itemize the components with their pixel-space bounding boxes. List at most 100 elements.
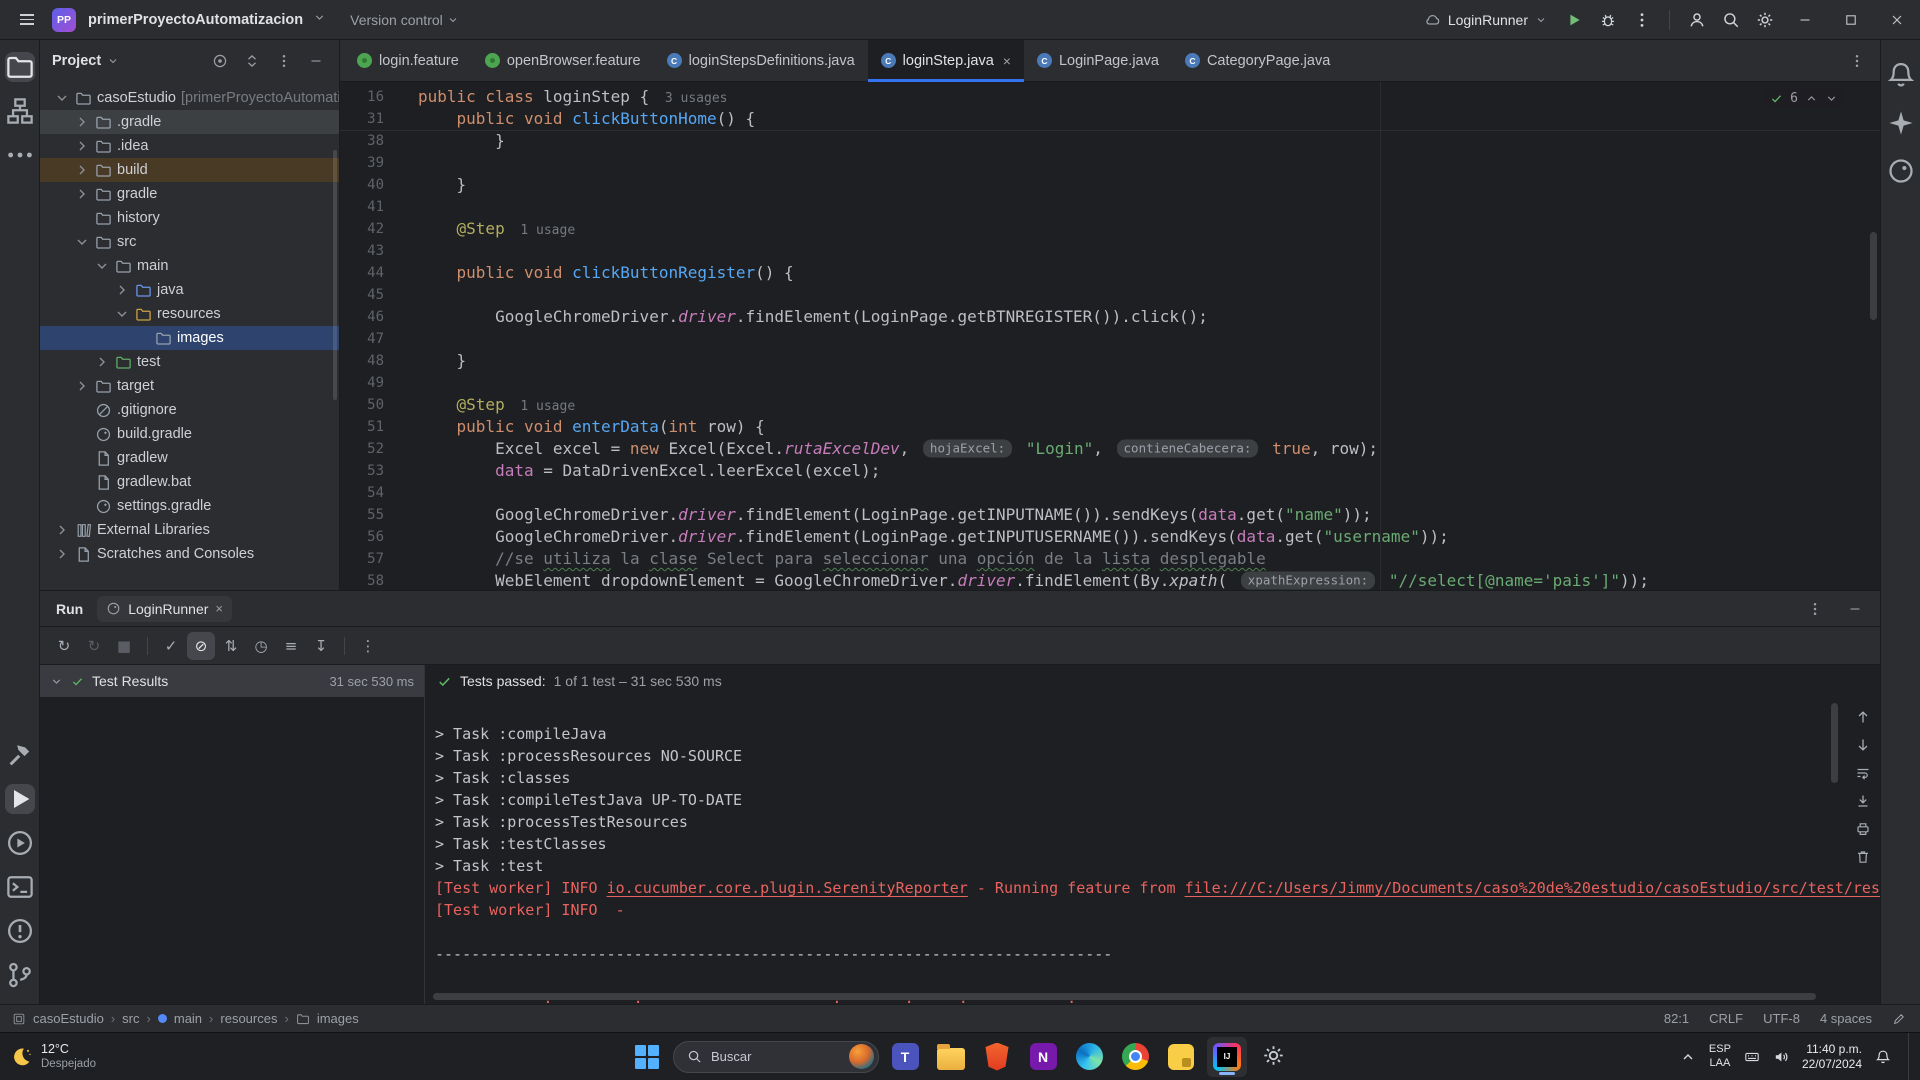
tree-item-main[interactable]: main bbox=[40, 254, 339, 278]
tab-categorypage-java[interactable]: CCategoryPage.java bbox=[1172, 40, 1343, 81]
encoding-indicator[interactable]: UTF-8 bbox=[1763, 1011, 1800, 1026]
console-file-link[interactable]: file:///C:/Users/Jimmy/Documents/caso%20… bbox=[1185, 879, 1880, 897]
tree-item-target[interactable]: target bbox=[40, 374, 339, 398]
clear-all-icon[interactable] bbox=[1855, 849, 1871, 865]
caret-position[interactable]: 82:1 bbox=[1664, 1011, 1689, 1026]
run-configuration-selector[interactable]: LoginRunner bbox=[1414, 11, 1557, 28]
run-console[interactable]: > Task :compileJava> Task :processResour… bbox=[425, 697, 1880, 1004]
minimize-button[interactable] bbox=[1782, 0, 1828, 40]
breadcrumb-item-src[interactable]: src bbox=[122, 1011, 139, 1026]
sort-alphabetically-button[interactable]: ⇅ bbox=[217, 632, 245, 660]
run-panel-hide-button[interactable] bbox=[1842, 596, 1868, 622]
indent-indicator[interactable]: 4 spaces bbox=[1820, 1011, 1872, 1026]
chevron-right-icon[interactable] bbox=[74, 114, 90, 130]
run-button[interactable] bbox=[1557, 5, 1591, 35]
rerun-tests-button[interactable]: ↻ bbox=[50, 632, 78, 660]
tree-item-src[interactable]: src bbox=[40, 230, 339, 254]
breadcrumb-item-images[interactable]: images bbox=[317, 1011, 359, 1026]
print-icon[interactable] bbox=[1855, 821, 1871, 837]
tree-item-images[interactable]: images bbox=[40, 326, 339, 350]
tab-loginstep-java[interactable]: CloginStep.java× bbox=[868, 40, 1024, 81]
taskbar-app-edge[interactable] bbox=[1069, 1037, 1109, 1077]
bing-daily-image[interactable] bbox=[849, 1044, 874, 1069]
tree-item-resources[interactable]: resources bbox=[40, 302, 339, 326]
stripe-gradle-button[interactable] bbox=[1886, 156, 1916, 186]
taskbar-app-teams[interactable]: T bbox=[885, 1037, 925, 1077]
tree-item-scratches-and-consoles[interactable]: Scratches and Consoles bbox=[40, 542, 339, 566]
chevron-right-icon[interactable] bbox=[74, 138, 90, 154]
chevron-right-icon[interactable] bbox=[94, 354, 110, 370]
chevron-down-icon[interactable] bbox=[107, 55, 119, 67]
project-tree-scrollbar[interactable] bbox=[333, 150, 337, 400]
version-control-menu[interactable]: Version control bbox=[350, 12, 459, 28]
tree-item-gradlew[interactable]: gradlew bbox=[40, 446, 339, 470]
project-name[interactable]: primerProyectoAutomatizacion bbox=[88, 12, 303, 28]
chevron-right-icon[interactable] bbox=[74, 378, 90, 394]
tree-item-gitignore[interactable]: .gitignore bbox=[40, 398, 339, 422]
run-panel-more-options[interactable] bbox=[1802, 596, 1828, 622]
stripe-ai-assistant-button[interactable] bbox=[1886, 108, 1916, 138]
chevron-right-icon[interactable] bbox=[54, 546, 70, 562]
stripe-problems-button[interactable] bbox=[5, 916, 35, 946]
select-opened-file-button[interactable] bbox=[207, 48, 233, 74]
notifications-bell-icon[interactable] bbox=[1875, 1049, 1891, 1065]
test-results-row[interactable]: Test Results 31 sec 530 ms bbox=[40, 665, 424, 697]
taskbar-search-input[interactable]: Buscar bbox=[673, 1041, 879, 1073]
tree-item-gradle[interactable]: .gradle bbox=[40, 110, 339, 134]
more-options-button[interactable]: ⋮ bbox=[354, 632, 382, 660]
maximize-button[interactable] bbox=[1828, 0, 1874, 40]
tree-item-idea[interactable]: .idea bbox=[40, 134, 339, 158]
close-run-tab-icon[interactable]: × bbox=[215, 601, 223, 616]
taskbar-app-onenote[interactable]: N bbox=[1023, 1037, 1063, 1077]
stripe-build-button[interactable] bbox=[5, 740, 35, 770]
main-menu-icon[interactable] bbox=[12, 5, 42, 35]
code-editor[interactable]: 16public class loginStep { 3 usages31 pu… bbox=[340, 82, 1880, 590]
expand-collapse-button[interactable] bbox=[239, 48, 265, 74]
taskbar-app-start[interactable] bbox=[627, 1037, 667, 1077]
show-desktop-button[interactable] bbox=[1908, 1033, 1912, 1080]
settings-button[interactable] bbox=[1748, 5, 1782, 35]
tree-item-casoestudio[interactable]: casoEstudio [primerProyectoAutomatiza bbox=[40, 86, 339, 110]
tab-loginstepsdefinitions-java[interactable]: CloginStepsDefinitions.java bbox=[654, 40, 868, 81]
run-tab-loginrunner[interactable]: LoginRunner × bbox=[97, 596, 232, 622]
taskbar-app-chrome[interactable] bbox=[1115, 1037, 1155, 1077]
stripe-run-button[interactable] bbox=[5, 784, 35, 814]
stripe-project-button[interactable] bbox=[5, 52, 35, 82]
stripe-structure-button[interactable] bbox=[5, 96, 35, 126]
taskbar-app-notes[interactable] bbox=[1161, 1037, 1201, 1077]
show-ignored-button[interactable]: ⊘ bbox=[187, 632, 215, 660]
show-passed-button[interactable]: ✓ bbox=[157, 632, 185, 660]
tree-item-history[interactable]: history bbox=[40, 206, 339, 230]
taskbar-app-brave[interactable] bbox=[977, 1037, 1017, 1077]
project-chevron-icon[interactable] bbox=[313, 11, 326, 29]
breadcrumb-item-main[interactable]: main bbox=[174, 1011, 202, 1026]
volume-icon[interactable] bbox=[1773, 1049, 1789, 1065]
next-problem-icon[interactable] bbox=[1825, 92, 1838, 105]
chevron-right-icon[interactable] bbox=[114, 282, 130, 298]
tree-item-gradlew-bat[interactable]: gradlew.bat bbox=[40, 470, 339, 494]
tab-openbrowser-feature[interactable]: openBrowser.feature bbox=[472, 40, 654, 81]
search-everywhere-button[interactable] bbox=[1714, 5, 1748, 35]
scroll-to-end-icon[interactable] bbox=[1855, 793, 1871, 809]
chevron-down-icon[interactable] bbox=[54, 90, 70, 106]
tree-item-gradle[interactable]: gradle bbox=[40, 182, 339, 206]
taskbar-app-explorer[interactable] bbox=[931, 1037, 971, 1077]
stripe-services-button[interactable] bbox=[5, 828, 35, 858]
tree-item-build-gradle[interactable]: build.gradle bbox=[40, 422, 339, 446]
console-horizontal-scrollbar[interactable] bbox=[433, 993, 1816, 1000]
inspections-widget[interactable]: 6 bbox=[1764, 89, 1844, 108]
keyboard-language-indicator[interactable]: ESP LAA bbox=[1709, 1043, 1731, 1069]
stripe-more-tool-windows-button[interactable] bbox=[5, 140, 35, 170]
scroll-down-icon[interactable] bbox=[1855, 737, 1871, 753]
close-tab-icon[interactable]: × bbox=[1003, 53, 1011, 69]
chevron-right-icon[interactable] bbox=[74, 162, 90, 178]
stripe-notifications-button[interactable] bbox=[1886, 60, 1916, 90]
touch-keyboard-icon[interactable] bbox=[1744, 1049, 1760, 1065]
code-with-me-button[interactable] bbox=[1680, 5, 1714, 35]
project-panel-title[interactable]: Project bbox=[52, 53, 101, 69]
rerun-failed-tests-button[interactable]: ↻ bbox=[80, 632, 108, 660]
taskbar-app-intellij[interactable]: IJ bbox=[1207, 1037, 1247, 1077]
tab-login-feature[interactable]: login.feature bbox=[344, 40, 472, 81]
import-test-results-button[interactable]: ↧ bbox=[307, 632, 335, 660]
debug-button[interactable] bbox=[1591, 5, 1625, 35]
